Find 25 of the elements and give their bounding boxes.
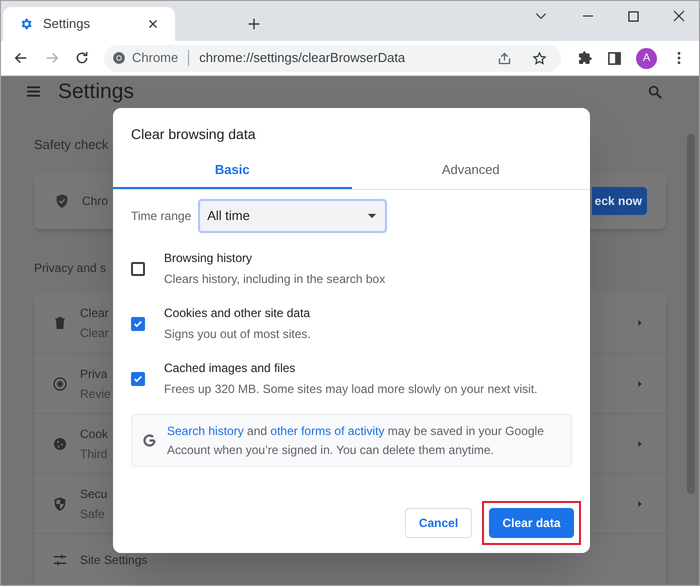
site-label: Chrome: [132, 49, 178, 68]
option-title: Cookies and other site data: [164, 305, 311, 322]
tab-title: Settings: [43, 15, 91, 34]
row-title: Site Settings: [80, 552, 148, 568]
card-text: Chro: [82, 193, 108, 210]
row-subtitle: Third: [80, 446, 108, 462]
row-title: Secu: [80, 486, 108, 502]
option-description: Frees up 320 MB. Some sites may load more slowly on your next visit.: [164, 381, 538, 398]
row-subtitle: Safe: [80, 506, 105, 522]
row-subtitle: Revie: [80, 386, 111, 402]
row-title: Clear: [80, 305, 109, 322]
field-label: Time range: [131, 208, 192, 225]
option-title: Browsing history: [164, 250, 254, 267]
row-subtitle: Clear: [80, 325, 109, 342]
url-text: chrome://settings/clearBrowserData: [199, 49, 406, 68]
row-title: Priva: [80, 366, 108, 382]
option-title: Cached images and files: [164, 360, 296, 377]
section-heading: Safety check: [34, 136, 108, 154]
dialog-title: Clear browsing data: [130, 125, 257, 144]
section-heading: Privacy and s: [34, 260, 106, 277]
option-description: Clears history, including in the search box: [164, 271, 386, 288]
info-text: Search history and other forms of activity may be saved in your Google Account when you’re signed in. You can delete them anytime.: [167, 422, 545, 458]
option-description: Signs you out of most sites.: [164, 326, 311, 343]
row-title: Cook: [80, 426, 108, 442]
page-title: Settings: [58, 79, 134, 105]
